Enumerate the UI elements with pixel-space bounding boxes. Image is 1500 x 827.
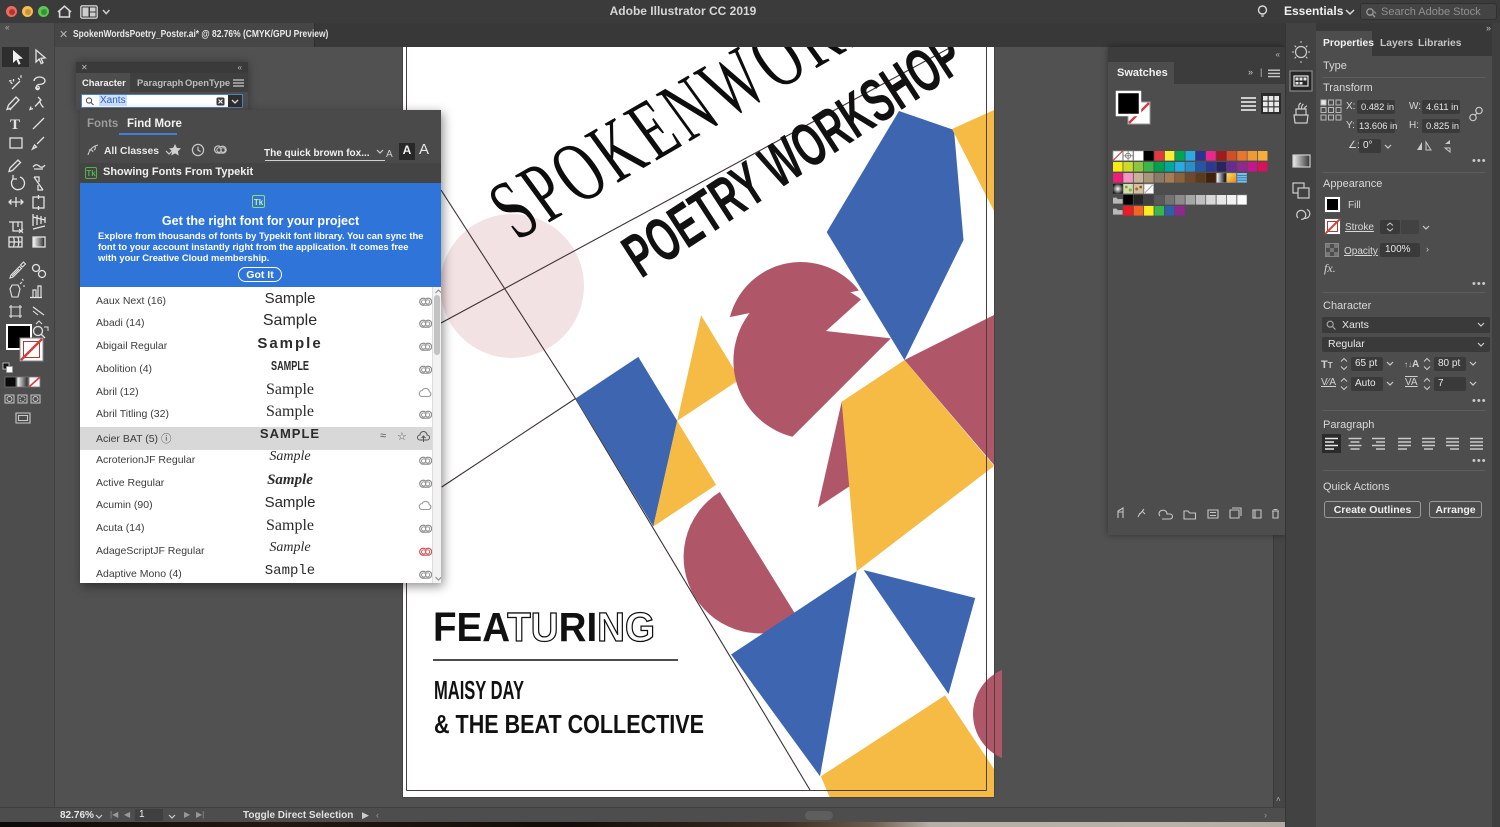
svg-text:T: T (10, 117, 20, 133)
svg-text:FEATURING: FEATURING (433, 604, 655, 650)
svg-text:MAISY DAY: MAISY DAY (434, 675, 524, 705)
svg-text:& THE BEAT COLLECTIVE: & THE BEAT COLLECTIVE (434, 709, 704, 739)
